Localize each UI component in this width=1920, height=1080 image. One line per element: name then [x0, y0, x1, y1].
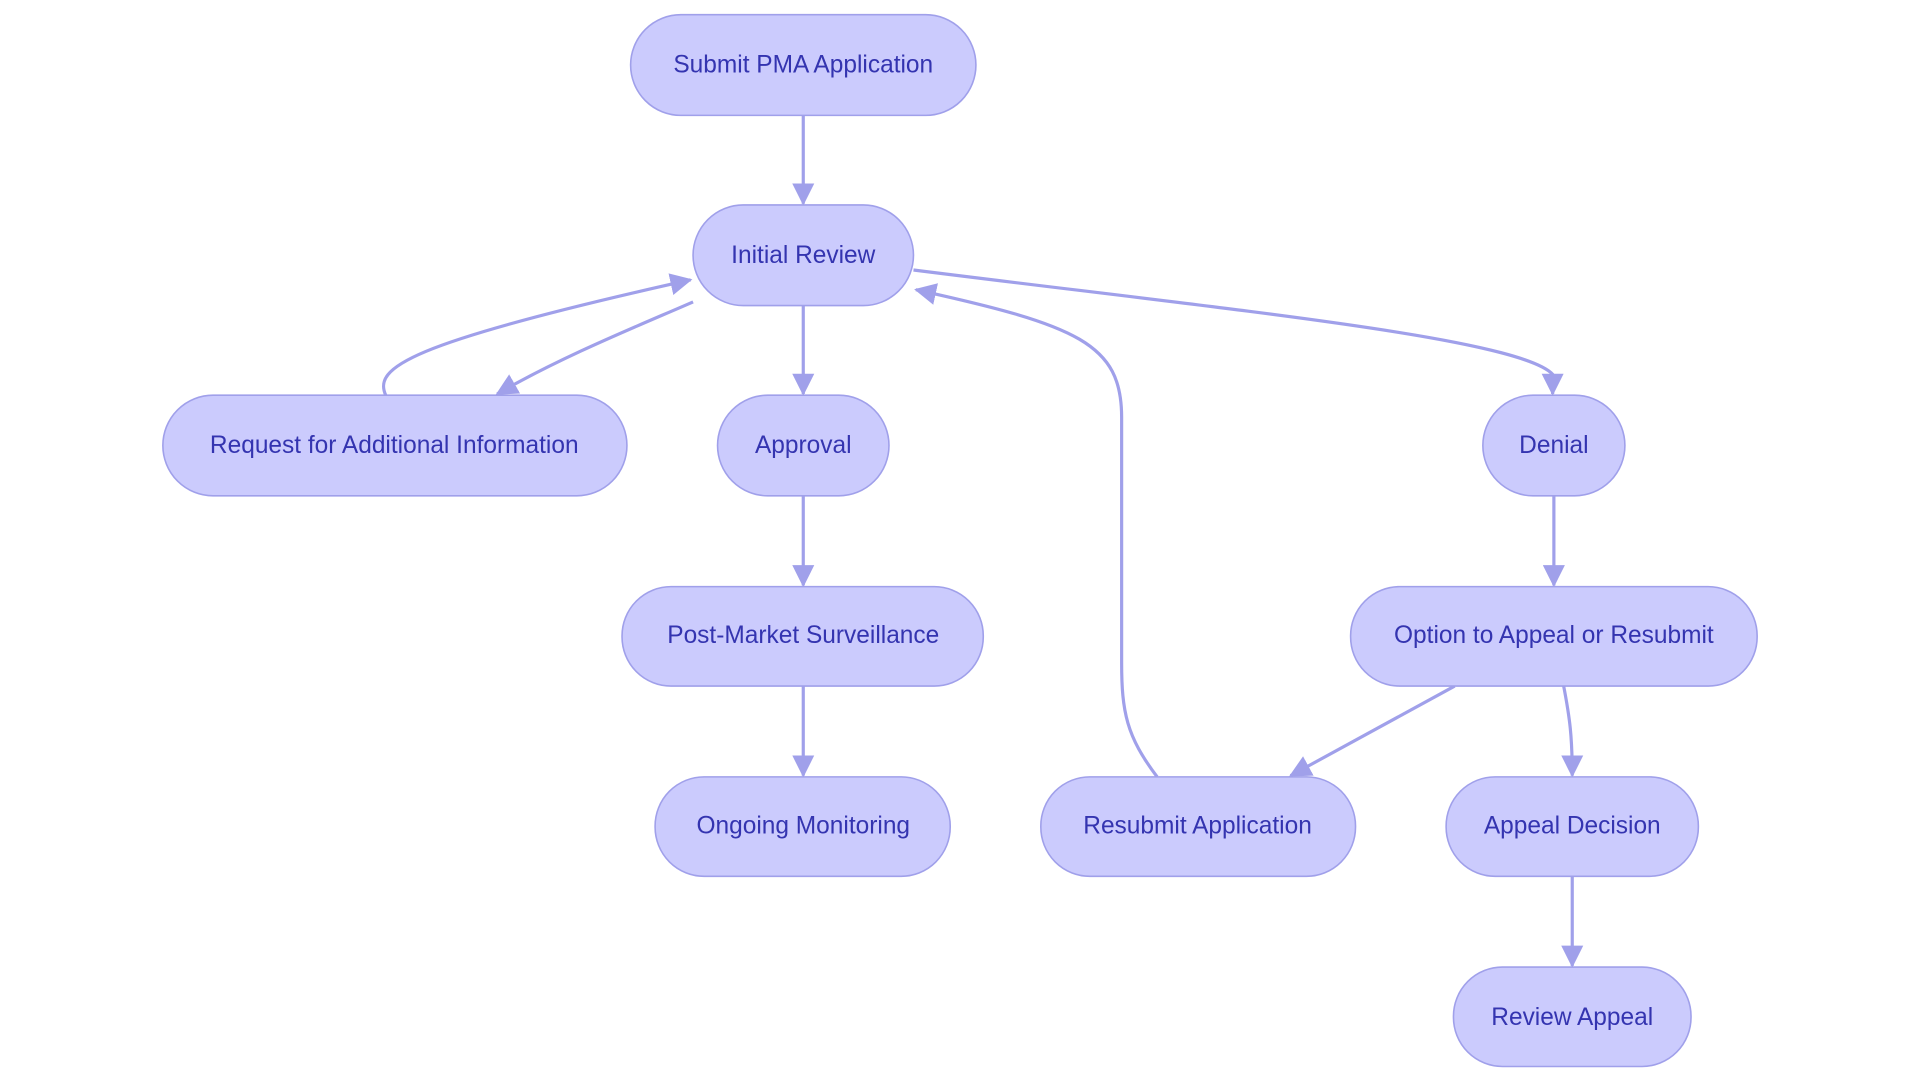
node-label: Appeal Decision	[1484, 812, 1661, 839]
node-request-additional-information: Request for Additional Information	[162, 394, 628, 497]
edge-initial-review-to-denial	[913, 268, 1564, 396]
node-resubmit-application: Resubmit Application	[1040, 776, 1357, 878]
node-ongoing-monitoring: Ongoing Monitoring	[654, 776, 951, 878]
node-option-to-appeal-or-resubmit: Option to Appeal or Resubmit	[1349, 585, 1758, 687]
node-submit-pma-application: Submit PMA Application	[629, 13, 977, 117]
node-post-market-surveillance: Post-Market Surveillance	[621, 585, 985, 687]
node-denial: Denial	[1482, 394, 1626, 497]
node-label: Ongoing Monitoring	[696, 812, 910, 839]
node-appeal-decision: Appeal Decision	[1445, 776, 1700, 878]
edge-initial-review-to-request-info	[495, 300, 694, 396]
node-approval: Approval	[716, 394, 890, 497]
flowchart: Submit PMA Application Initial Review Re…	[162, 13, 1758, 1068]
node-label: Post-Market Surveillance	[667, 622, 939, 649]
node-label: Denial	[1519, 432, 1588, 459]
node-label: Review Appeal	[1491, 1004, 1653, 1031]
node-label: Submit PMA Application	[673, 52, 933, 79]
edge-request-info-to-initial-review	[381, 273, 693, 396]
node-label: Option to Appeal or Resubmit	[1394, 622, 1714, 649]
node-initial-review: Initial Review	[692, 204, 915, 307]
node-review-appeal: Review Appeal	[1452, 966, 1692, 1068]
node-label: Initial Review	[731, 242, 875, 269]
node-label: Resubmit Application	[1083, 812, 1312, 839]
edge-option-to-appeal-decision	[1561, 685, 1584, 778]
node-label: Approval	[755, 432, 852, 459]
edge-option-to-resubmit	[1288, 684, 1456, 778]
node-label: Request for Additional Information	[210, 432, 579, 459]
edge-resubmit-to-initial-review	[914, 283, 1159, 778]
